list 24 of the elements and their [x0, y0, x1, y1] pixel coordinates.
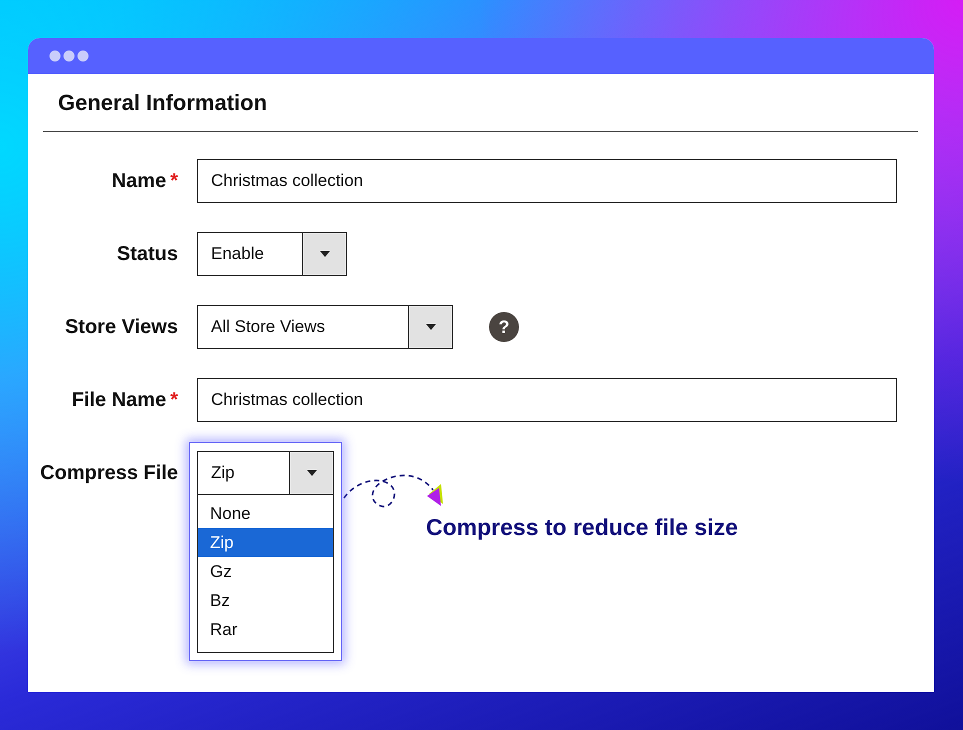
dropdown-option[interactable]: None — [198, 499, 333, 528]
dropdown-option[interactable]: Bz — [198, 586, 333, 615]
field-label: Name — [112, 170, 166, 192]
field-label: Status — [116, 242, 178, 266]
select-field[interactable]: All Store Views — [197, 305, 453, 349]
caret-icon — [320, 251, 330, 257]
field-label: Store Views — [64, 316, 178, 338]
text-field[interactable]: Christmas collection — [197, 159, 897, 203]
dropdown-option[interactable]: Gz — [198, 557, 333, 586]
dropdown-option[interactable]: Zip — [198, 528, 333, 557]
select-field[interactable]: Zip — [197, 451, 334, 495]
dropdown-option[interactable]: Rar — [198, 615, 333, 644]
help-icon[interactable]: ? — [489, 312, 519, 342]
required-mark: * — [170, 388, 178, 412]
field-label: Compress File — [40, 462, 178, 484]
caret-icon — [306, 470, 316, 476]
field-label: File Name — [72, 388, 166, 412]
required-mark: * — [170, 170, 178, 192]
section-heading: General Information — [58, 90, 268, 116]
text-field[interactable]: Christmas collection — [197, 378, 897, 422]
select-field[interactable]: Enable — [197, 232, 347, 276]
window-dots-icon — [49, 50, 89, 62]
annotation-text: Compress to reduce file size — [426, 514, 738, 541]
caret-icon — [426, 324, 436, 330]
